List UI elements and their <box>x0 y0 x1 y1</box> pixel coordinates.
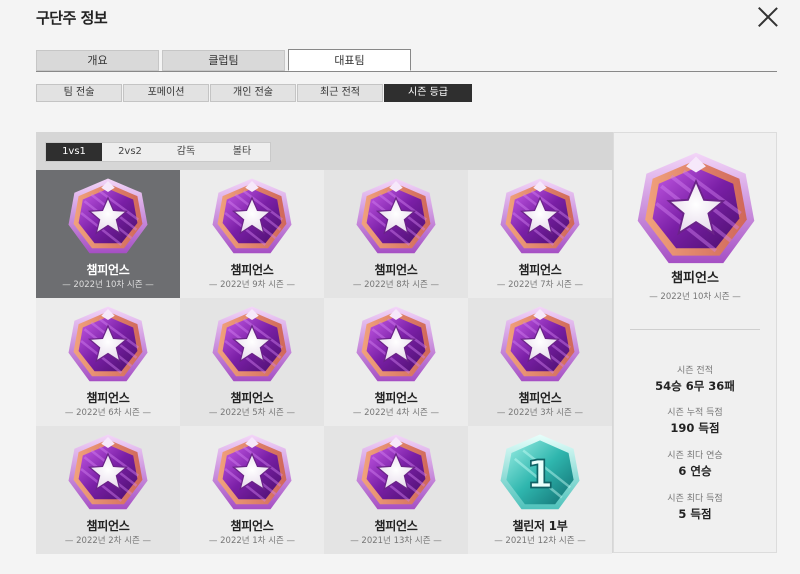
season-grade-panel: 1vs1 2vs2 감독 볼타 챔피언스 — 2022년 10차 시즌 — 챔피… <box>36 132 613 554</box>
season-card[interactable]: 챔피언스 — 2022년 2차 시즌 — <box>36 426 180 554</box>
tab-recent-record[interactable]: 최근 전적 <box>297 84 383 102</box>
season-card[interactable]: 챔피언스 — 2022년 4차 시즌 — <box>324 298 468 426</box>
stat-value: 6 연승 <box>678 464 712 478</box>
champions-badge-icon <box>354 432 438 516</box>
detail-season-label: — 2022년 10차 시즌 — <box>649 292 741 302</box>
season-grade-name: 챔피언스 <box>374 391 418 405</box>
season-detail-panel: 챔피언스 — 2022년 10차 시즌 — 시즌 전적 54승 6무 36패 시… <box>613 132 777 553</box>
season-label: — 2022년 1차 시즌 — <box>208 536 296 546</box>
season-card[interactable]: 챔피언스 — 2022년 1차 시즌 — <box>180 426 324 554</box>
tab-volta[interactable]: 볼타 <box>214 143 270 161</box>
stat-value: 190 득점 <box>670 421 720 435</box>
champions-badge-icon <box>354 304 438 388</box>
season-label: — 2022년 7차 시즌 — <box>496 280 584 290</box>
champions-badge-icon <box>210 432 294 516</box>
season-card[interactable]: 챔피언스 — 2021년 13차 시즌 — <box>324 426 468 554</box>
champions-badge-icon <box>66 432 150 516</box>
stat-value: 5 득점 <box>678 507 712 521</box>
close-icon[interactable] <box>755 4 781 30</box>
tab-manager[interactable]: 감독 <box>158 143 214 161</box>
season-grade-name: 챔피언스 <box>374 263 418 277</box>
season-label: — 2022년 5차 시즌 — <box>208 408 296 418</box>
champions-badge-icon <box>498 176 582 260</box>
season-grade-name: 챔피언스 <box>86 519 130 533</box>
season-grade-name: 챔피언스 <box>230 519 274 533</box>
stat-value: 54승 6무 36패 <box>655 379 735 393</box>
sub-tab-bar: 팀 전술 포메이션 개인 전술 최근 전적 시즌 등급 <box>36 84 472 102</box>
stat-label: 시즌 누적 득점 <box>667 408 723 418</box>
window-title: 구단주 정보 <box>36 9 108 27</box>
tab-formation[interactable]: 포메이션 <box>123 84 209 102</box>
detail-grade-name: 챔피언스 <box>671 271 719 286</box>
season-label: — 2022년 9차 시즌 — <box>208 280 296 290</box>
champions-badge-icon <box>498 304 582 388</box>
season-label: — 2022년 3차 시즌 — <box>496 408 584 418</box>
season-grade-name: 챔피언스 <box>230 263 274 277</box>
season-label: — 2022년 2차 시즌 — <box>64 536 152 546</box>
season-grid: 챔피언스 — 2022년 10차 시즌 — 챔피언스 — 2022년 9차 시즌… <box>36 170 613 554</box>
season-label: — 2022년 8차 시즌 — <box>352 280 440 290</box>
tab-team-tactics[interactable]: 팀 전술 <box>36 84 122 102</box>
season-grade-name: 챔피언스 <box>518 391 562 405</box>
season-card[interactable]: 챔피언스 — 2022년 10차 시즌 — <box>36 170 180 298</box>
champions-badge-icon <box>354 176 438 260</box>
champions-badge-icon <box>210 176 294 260</box>
tab-individual-tactics[interactable]: 개인 전술 <box>210 84 296 102</box>
tab-season-grade[interactable]: 시즌 등급 <box>384 84 472 102</box>
main-tab-bar: 개요 클럽팀 대표팀 <box>36 49 777 72</box>
season-card[interactable]: 챔피언스 — 2022년 7차 시즌 — <box>468 170 612 298</box>
season-card[interactable]: 챔피언스 — 2022년 9차 시즌 — <box>180 170 324 298</box>
challenger-1-badge-icon <box>498 432 582 516</box>
season-label: — 2022년 10차 시즌 — <box>62 280 154 290</box>
tab-national-team[interactable]: 대표팀 <box>288 49 411 71</box>
season-label: — 2022년 6차 시즌 — <box>64 408 152 418</box>
divider <box>630 329 760 330</box>
season-card[interactable]: 챔피언스 — 2022년 5차 시즌 — <box>180 298 324 426</box>
season-card[interactable]: 챔피언스 — 2022년 6차 시즌 — <box>36 298 180 426</box>
champions-badge-icon <box>66 304 150 388</box>
tab-2vs2[interactable]: 2vs2 <box>102 143 158 161</box>
season-label: — 2021년 12차 시즌 — <box>494 536 586 546</box>
season-grade-name: 챔피언스 <box>518 263 562 277</box>
tab-club-team[interactable]: 클럽팀 <box>162 50 285 71</box>
season-grade-name: 챔피언스 <box>374 519 418 533</box>
stat-label: 시즌 전적 <box>677 366 713 376</box>
season-card[interactable]: 챔피언스 — 2022년 3차 시즌 — <box>468 298 612 426</box>
season-grade-name: 챌린저 1부 <box>512 519 568 533</box>
season-card[interactable]: 챔피언스 — 2022년 8차 시즌 — <box>324 170 468 298</box>
mode-tab-bar: 1vs1 2vs2 감독 볼타 <box>45 142 271 162</box>
stat-label: 시즌 최다 연승 <box>667 451 723 461</box>
stat-label: 시즌 최다 득점 <box>667 494 723 504</box>
season-grade-name: 챔피언스 <box>86 263 130 277</box>
season-label: — 2021년 13차 시즌 — <box>350 536 442 546</box>
champions-badge-icon <box>210 304 294 388</box>
season-grade-name: 챔피언스 <box>230 391 274 405</box>
tab-1vs1[interactable]: 1vs1 <box>46 143 102 161</box>
champions-badge-icon <box>634 149 758 273</box>
tab-overview[interactable]: 개요 <box>36 50 159 71</box>
season-grade-name: 챔피언스 <box>86 391 130 405</box>
season-label: — 2022년 4차 시즌 — <box>352 408 440 418</box>
season-card[interactable]: 챌린저 1부 — 2021년 12차 시즌 — <box>468 426 612 554</box>
champions-badge-icon <box>66 176 150 260</box>
